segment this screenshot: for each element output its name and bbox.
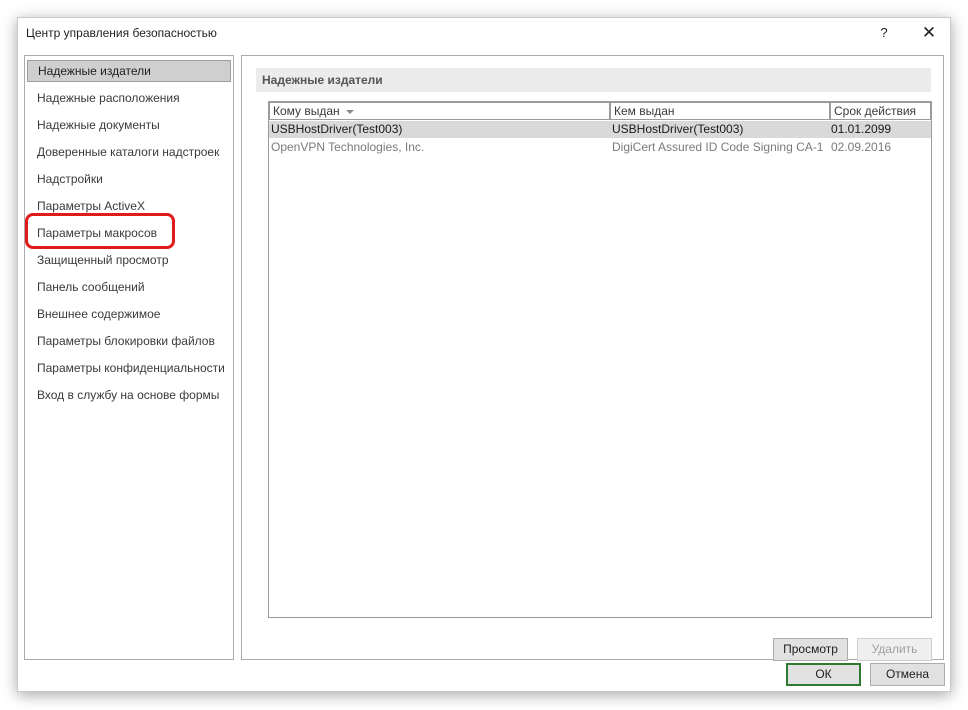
list-header: Кому выдан Кем выдан Срок действия (269, 102, 931, 120)
cell-issued-by: DigiCert Assured ID Code Signing CA-1 (612, 140, 824, 154)
trust-center-dialog: Центр управления безопасностью ? ✕ Надеж… (17, 17, 951, 692)
sidebar-item-external-content[interactable]: Внешнее содержимое (27, 303, 231, 325)
title-bar: Центр управления безопасностью ? ✕ (18, 18, 950, 48)
column-issued-by[interactable]: Кем выдан (610, 102, 830, 120)
cell-expires: 02.09.2016 (831, 140, 892, 154)
column-issued-to-label: Кому выдан (273, 104, 340, 118)
sidebar-item-trusted-publishers[interactable]: Надежные издатели (27, 60, 231, 82)
sidebar-item-message-bar[interactable]: Панель сообщений (27, 276, 231, 298)
sidebar-item-macro-settings[interactable]: Параметры макросов (27, 222, 231, 244)
sidebar-nav: Надежные издатели Надежные расположения … (24, 55, 234, 660)
sidebar-item-trusted-addin-catalogs[interactable]: Доверенные каталоги надстроек (27, 141, 231, 163)
publishers-list[interactable]: Кому выдан Кем выдан Срок действия USBHo… (268, 101, 932, 618)
cell-issued-by: USBHostDriver(Test003) (612, 122, 744, 136)
remove-button[interactable]: Удалить (857, 638, 932, 661)
content-panel: Надежные издатели Кому выдан Кем выдан С… (241, 55, 944, 661)
cell-expires: 01.01.2099 (831, 122, 892, 136)
sidebar-item-trusted-locations[interactable]: Надежные расположения (27, 87, 231, 109)
column-issued-to[interactable]: Кому выдан (269, 102, 610, 120)
sort-down-icon (345, 109, 354, 114)
sidebar-item-file-block-settings[interactable]: Параметры блокировки файлов (27, 330, 231, 352)
ok-button[interactable]: ОК (786, 663, 861, 686)
cell-issued-to: USBHostDriver(Test003) (271, 122, 403, 136)
sidebar-item-addins[interactable]: Надстройки (27, 168, 231, 190)
sidebar-item-trusted-documents[interactable]: Надежные документы (27, 114, 231, 136)
window-title: Центр управления безопасностью (26, 26, 217, 40)
table-row[interactable]: USBHostDriver(Test003) USBHostDriver(Tes… (269, 121, 931, 138)
cancel-button[interactable]: Отмена (870, 663, 945, 686)
sidebar-item-privacy-options[interactable]: Параметры конфиденциальности (27, 357, 231, 379)
view-button[interactable]: Просмотр (773, 638, 848, 661)
close-icon[interactable]: ✕ (916, 22, 942, 44)
sidebar-item-activex-settings[interactable]: Параметры ActiveX (27, 195, 231, 217)
help-button[interactable]: ? (872, 22, 896, 44)
table-row[interactable]: OpenVPN Technologies, Inc. DigiCert Assu… (269, 139, 931, 156)
sidebar-item-form-based-signin[interactable]: Вход в службу на основе формы (27, 384, 231, 406)
sidebar-item-protected-view[interactable]: Защищенный просмотр (27, 249, 231, 271)
section-title: Надежные издатели (256, 68, 931, 92)
cell-issued-to: OpenVPN Technologies, Inc. (271, 140, 425, 154)
column-expiration[interactable]: Срок действия (830, 102, 931, 120)
